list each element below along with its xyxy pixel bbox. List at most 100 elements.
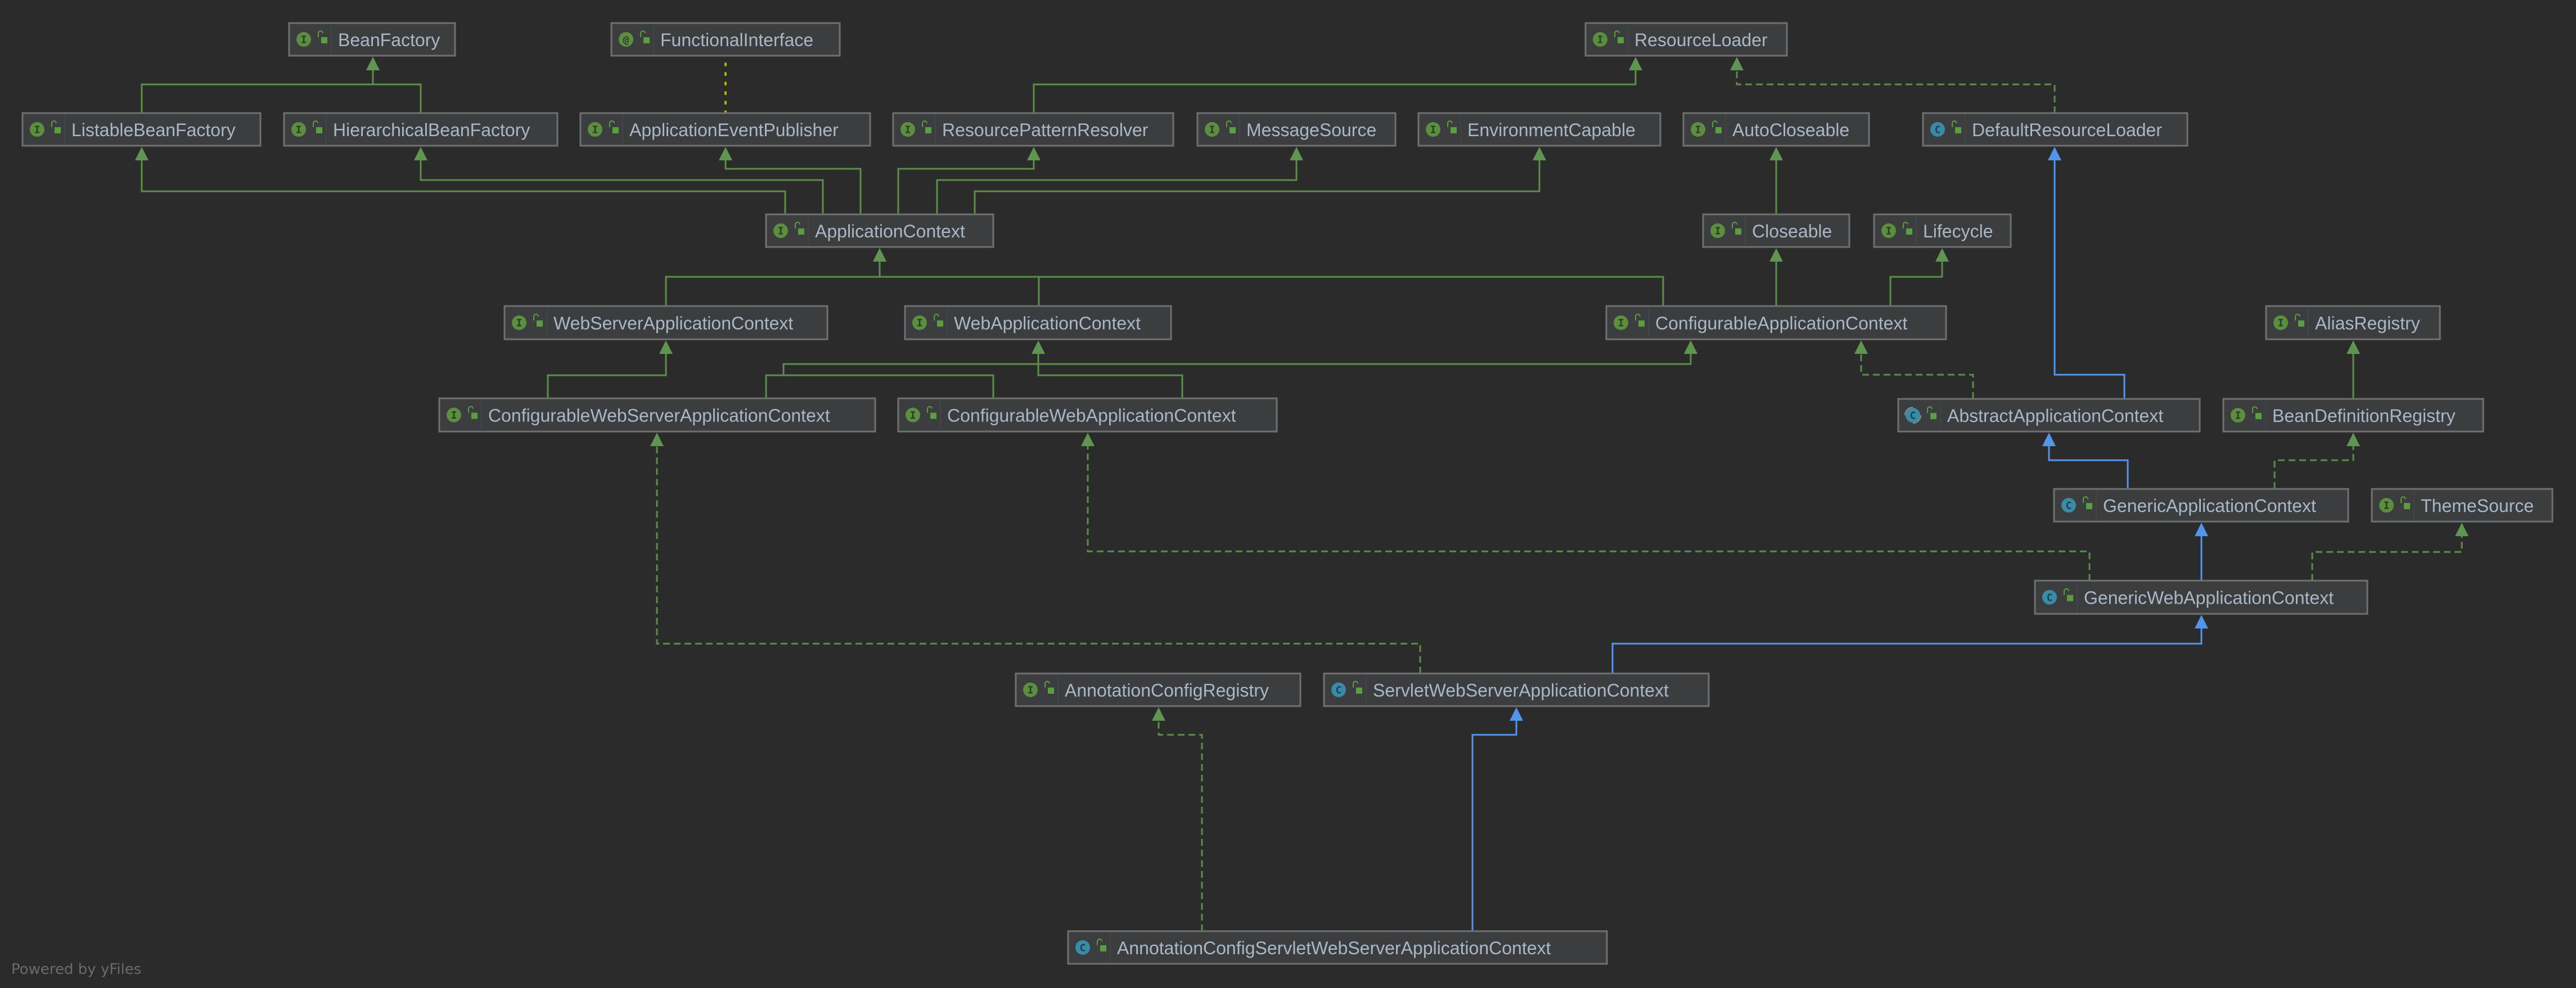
node-label: ThemeSource <box>2421 496 2534 516</box>
interface-icon: I <box>2231 408 2245 423</box>
class-node[interactable]: I ListableBeanFactory <box>21 112 262 147</box>
arrowhead-icon <box>2455 523 2469 536</box>
edge-extends <box>141 57 380 113</box>
interface-icon: I <box>512 315 526 330</box>
class-node[interactable]: I ThemeSource <box>2371 488 2554 523</box>
edge-line <box>656 444 1421 673</box>
node-label: ResourcePatternResolver <box>942 120 1149 140</box>
arrowhead-icon <box>2347 340 2360 354</box>
class-node[interactable]: C DefaultResourceLoader <box>1922 112 2188 147</box>
annotation-icon: @ <box>619 32 633 47</box>
class-node[interactable]: I Closeable <box>1702 213 1850 248</box>
edge-implements <box>1081 433 2091 581</box>
class-node[interactable]: I AnnotationConfigRegistry <box>1015 672 1301 707</box>
class-node[interactable]: I ConfigurableApplicationContext <box>1605 305 1947 340</box>
node-label: AnnotationConfigRegistry <box>1065 680 1269 700</box>
edge-extends <box>366 57 422 113</box>
edge-line <box>897 158 1035 214</box>
icon-letter: I <box>1597 34 1604 46</box>
node-label: BeanFactory <box>338 30 440 50</box>
class-node[interactable]: C AnnotationConfigServletWebServerApplica… <box>1067 930 1608 965</box>
powered-by-label: Powered by yFiles <box>11 961 142 978</box>
edge-line <box>936 158 1298 214</box>
class-node[interactable]: I AliasRegistry <box>2265 305 2441 340</box>
class-node[interactable]: C AbstractApplicationContext <box>1897 398 2201 433</box>
class-node[interactable]: I BeanFactory <box>288 22 456 57</box>
edge-implements <box>1730 57 2056 113</box>
interface-icon: I <box>906 407 920 423</box>
class-node[interactable]: I AutoCloseable <box>1682 112 1870 147</box>
interface-icon: I <box>1426 122 1440 137</box>
edge-line <box>1471 718 1517 931</box>
icon-letter: I <box>1028 685 1034 697</box>
class-icon: C <box>1930 122 1945 137</box>
arrowhead-icon <box>2195 523 2208 536</box>
arrowhead-icon <box>1533 147 1546 160</box>
class-node[interactable]: I ResourcePatternResolver <box>892 112 1174 147</box>
interface-icon: I <box>900 122 915 137</box>
class-node[interactable]: @ FunctionalInterface <box>610 22 841 57</box>
icon-letter: C <box>1935 124 1941 136</box>
class-node[interactable]: I ResourceLoader <box>1584 22 1788 57</box>
edge-line <box>141 68 374 113</box>
class-node[interactable]: I ApplicationEventPublisher <box>579 112 871 147</box>
edge-implements <box>650 433 1421 673</box>
icon-letter: I <box>301 34 307 46</box>
interface-icon: I <box>1710 223 1725 238</box>
edge-line <box>1158 718 1203 931</box>
class-node[interactable]: I WebServerApplicationContext <box>503 305 828 340</box>
edge-line <box>2273 444 2354 489</box>
edge-line <box>1037 352 1183 398</box>
edge-line <box>1611 626 2203 673</box>
arrowhead-icon <box>2347 433 2360 446</box>
edge-line <box>2048 444 2129 489</box>
edge-line <box>372 68 422 113</box>
class-node[interactable]: I EnvironmentCapable <box>1417 112 1661 147</box>
node-label: ResourceLoader <box>1634 30 1768 50</box>
edge-line <box>1736 68 2056 113</box>
class-node[interactable]: I ConfigurableWebServerApplicationContext <box>438 397 876 433</box>
class-node[interactable]: I MessageSource <box>1196 112 1397 147</box>
interface-icon: I <box>2273 315 2288 330</box>
arrowhead-icon <box>1854 340 1868 354</box>
arrowhead-icon <box>2048 147 2061 160</box>
interface-icon: I <box>773 223 788 238</box>
node-label: WebServerApplicationContext <box>553 313 793 334</box>
icon-letter: I <box>592 124 598 136</box>
class-node[interactable]: I Lifecycle <box>1873 213 2012 248</box>
icon-letter: I <box>1886 226 1892 237</box>
edge-line <box>974 158 1541 214</box>
class-node[interactable]: I HierarchicalBeanFactory <box>283 112 559 147</box>
icon-letter: I <box>451 410 457 421</box>
icon-letter: I <box>1715 226 1721 237</box>
interface-icon: I <box>1023 682 1038 697</box>
node-label: ApplicationContext <box>815 221 965 241</box>
edge-class-extends <box>1611 615 2208 673</box>
icon-letter: I <box>1430 124 1436 136</box>
class-node[interactable]: I BeanDefinitionRegistry <box>2222 398 2484 433</box>
class-node[interactable]: C GenericWebApplicationContext <box>2034 580 2368 615</box>
arrowhead-icon <box>873 248 886 262</box>
icon-letter: I <box>910 410 916 421</box>
arrowhead-icon <box>1510 707 1523 721</box>
edge-line <box>879 259 1040 306</box>
icon-letter: I <box>778 226 784 237</box>
class-node[interactable]: I ApplicationContext <box>765 213 994 248</box>
edge-extends <box>547 340 673 398</box>
node-label: AnnotationConfigServletWebServerApplicat… <box>1117 938 1551 958</box>
edge-line <box>879 259 1664 306</box>
arrowhead-icon <box>1769 147 1783 160</box>
class-node[interactable]: C GenericApplicationContext <box>2053 488 2349 523</box>
class-node[interactable]: I WebApplicationContext <box>904 305 1172 340</box>
interface-icon: I <box>1614 315 1628 330</box>
node-label: AbstractApplicationContext <box>1947 406 2163 426</box>
node-label: ServletWebServerApplicationContext <box>1373 680 1669 700</box>
class-node[interactable]: C ServletWebServerApplicationContext <box>1323 672 1710 707</box>
class-icon: C <box>1075 940 1090 955</box>
edge-line <box>420 158 824 214</box>
arrowhead-icon <box>659 340 673 354</box>
class-node[interactable]: I ConfigurableWebApplicationContext <box>897 397 1278 433</box>
node-label: DefaultResourceLoader <box>1972 120 2162 140</box>
edge-line <box>547 352 667 398</box>
edge-line <box>1860 352 1974 399</box>
